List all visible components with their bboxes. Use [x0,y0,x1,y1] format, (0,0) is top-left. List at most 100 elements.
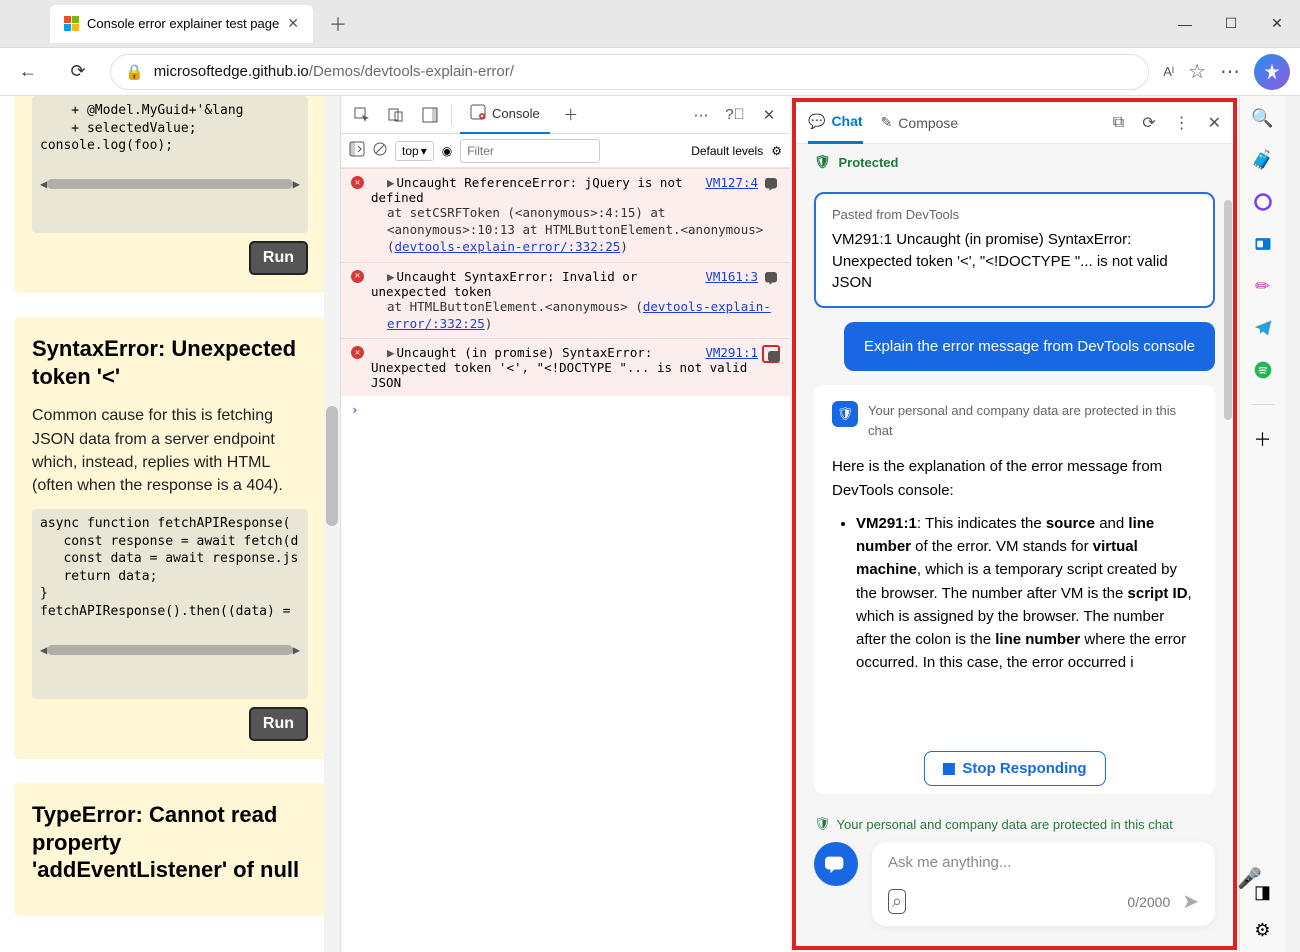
console-tab-label: Console [492,106,540,121]
error-source-link[interactable]: VM291:1 [705,345,758,360]
run-button[interactable]: Run [249,707,308,741]
expand-caret-icon[interactable]: ▶ [387,175,395,190]
stop-responding-button[interactable]: Stop Responding [923,751,1105,786]
error-source-link[interactable]: VM127:4 [705,175,758,190]
error-source-link[interactable]: VM161:3 [705,269,758,284]
context-selector[interactable]: top ▾ [395,141,434,161]
add-sidebar-icon[interactable]: ＋ [1251,427,1275,451]
copilot-toggle-icon[interactable] [1254,54,1290,90]
stack-link[interactable]: devtools-explain-error/:332:25 [395,239,621,254]
new-topic-button[interactable] [814,842,858,886]
page-content: + @Model.MyGuid+'&lang + selectedValue; … [0,96,340,952]
sidebar-settings-icon[interactable]: ⚙ [1251,918,1275,942]
response-list-item: VM291:1: This indicates the source and l… [856,512,1197,675]
edge-sidebar: 🔍 🧳 ✏ ＋ ◨ ⚙ [1239,96,1285,952]
stop-icon [942,763,954,775]
search-icon[interactable]: 🔍 [1251,106,1275,130]
ms-favicon-icon [64,16,79,31]
console-tab-icon [470,104,486,123]
run-button[interactable]: Run [249,241,308,275]
send-icon[interactable]: ➤ [1182,889,1199,914]
settings-menu-icon[interactable]: ⋯ [1220,59,1240,84]
test-card-0: + @Model.MyGuid+'&lang + selectedValue; … [14,96,326,293]
expand-caret-icon[interactable]: ▶ [387,345,395,360]
expand-caret-icon[interactable]: ▶ [387,269,395,284]
minimize-button[interactable]: — [1162,4,1208,44]
more-tabs-icon[interactable]: ＋ [558,102,584,128]
open-external-icon[interactable]: ⧉ [1113,114,1124,132]
tab-close-icon[interactable]: ✕ [287,15,299,32]
error-icon: ✕ [351,270,364,283]
toggle-sidebar-icon[interactable] [349,141,365,160]
shield-badge-icon: 🛡 [832,401,858,427]
copilot-explain-icon[interactable] [762,175,780,193]
url-host: microsoftedge.github.io [154,63,309,80]
more-icon[interactable]: ⋮ [1174,113,1190,133]
window-controls: — ☐ ✕ [1162,4,1300,44]
tab-title: Console error explainer test page [87,16,279,31]
console-error-row[interactable]: ✕ VM161:3 ▶Uncaught SyntaxError: Invalid… [341,262,790,339]
pasted-context-message: Pasted from DevTools VM291:1 Uncaught (i… [814,192,1215,308]
console-error-row[interactable]: ✕ VM291:1 ▶Uncaught (in promise) SyntaxE… [341,338,790,396]
compose-tab[interactable]: ✎ Compose [881,102,959,144]
console-error-row[interactable]: ✕ VM127:4 ▶Uncaught ReferenceError: jQue… [341,168,790,262]
shield-icon: 🛡 [814,154,831,170]
spotify-icon[interactable] [1251,358,1275,382]
devtools-help-icon[interactable]: ?⃝ [722,102,748,128]
copilot-scrollbar[interactable] [1223,180,1233,806]
copilot-explain-icon[interactable] [762,269,780,287]
url-field[interactable]: 🔒 microsoftedge.github.io/Demos/devtools… [110,54,1149,90]
footer-protect-note: 🛡 Your personal and company data are pro… [814,816,1215,832]
copilot-explain-icon[interactable] [762,345,780,363]
telegram-icon[interactable] [1251,316,1275,340]
refresh-icon[interactable]: ⟳ [1142,113,1155,133]
mic-icon[interactable]: 🎤 [1237,866,1262,891]
copilot-input[interactable]: Ask me anything... ⌕ 0/2000 🎤 ➤ [872,842,1215,926]
live-expression-icon[interactable]: ◉ [442,144,452,158]
card-body: Common cause for this is fetching JSON d… [32,404,308,497]
console-filter-input[interactable] [460,139,600,163]
devtools-panel: Console ＋ ⋯ ?⃝ ✕ top ▾ ◉ Default levels … [340,96,790,952]
maximize-button[interactable]: ☐ [1208,4,1254,44]
console-prompt[interactable]: › [341,396,790,423]
devtools-close-icon[interactable]: ✕ [756,102,782,128]
address-bar: ← ⟳ 🔒 microsoftedge.github.io/Demos/devt… [0,48,1300,96]
log-levels-dropdown[interactable]: Default levels [691,144,763,158]
browser-tab[interactable]: Console error explainer test page ✕ [50,5,313,43]
page-scrollbar[interactable] [324,96,340,952]
new-tab-button[interactable]: ＋ [329,11,347,37]
inspect-icon[interactable] [349,102,375,128]
clear-console-icon[interactable] [373,142,387,159]
designer-icon[interactable]: ✏ [1251,274,1275,298]
char-counter: 0/2000 [1127,894,1170,910]
devtools-menu-icon[interactable]: ⋯ [688,102,714,128]
shopping-icon[interactable]: 🧳 [1251,148,1275,172]
test-card-1: SyntaxError: Unexpected token '<' Common… [14,317,326,759]
device-toggle-icon[interactable] [383,102,409,128]
response-protect-note: Your personal and company data are prote… [868,401,1197,441]
response-intro: Here is the explanation of the error mes… [832,455,1197,502]
outlook-icon[interactable] [1251,232,1275,256]
window-titlebar: Console error explainer test page ✕ ＋ — … [0,0,1300,48]
code-block: + @Model.MyGuid+'&lang + selectedValue; … [32,96,308,233]
card-title: SyntaxError: Unexpected token '<' [32,335,308,390]
close-sidebar-icon[interactable]: ✕ [1208,113,1221,133]
user-message: Explain the error message from DevTools … [844,322,1215,371]
console-settings-icon[interactable]: ⚙ [771,144,782,158]
chat-icon: 💬 [808,113,825,130]
pasted-label: Pasted from DevTools [832,206,1197,225]
close-button[interactable]: ✕ [1254,4,1300,44]
favorite-icon[interactable]: ☆ [1188,59,1206,84]
back-button[interactable]: ← [10,54,46,90]
console-tab[interactable]: Console [460,96,550,134]
image-search-icon[interactable]: ⌕ [888,889,906,914]
office-icon[interactable] [1251,190,1275,214]
chat-tab[interactable]: 💬 Chat [808,102,863,144]
dock-icon[interactable] [417,102,443,128]
test-card-2: TypeError: Cannot read property 'addEven… [14,783,326,916]
read-aloud-icon[interactable]: Aᴵ [1163,64,1174,79]
error-icon: ✕ [351,346,364,359]
compose-icon: ✎ [881,114,893,131]
refresh-button[interactable]: ⟳ [60,54,96,90]
site-lock-icon[interactable]: 🔒 [125,63,144,81]
